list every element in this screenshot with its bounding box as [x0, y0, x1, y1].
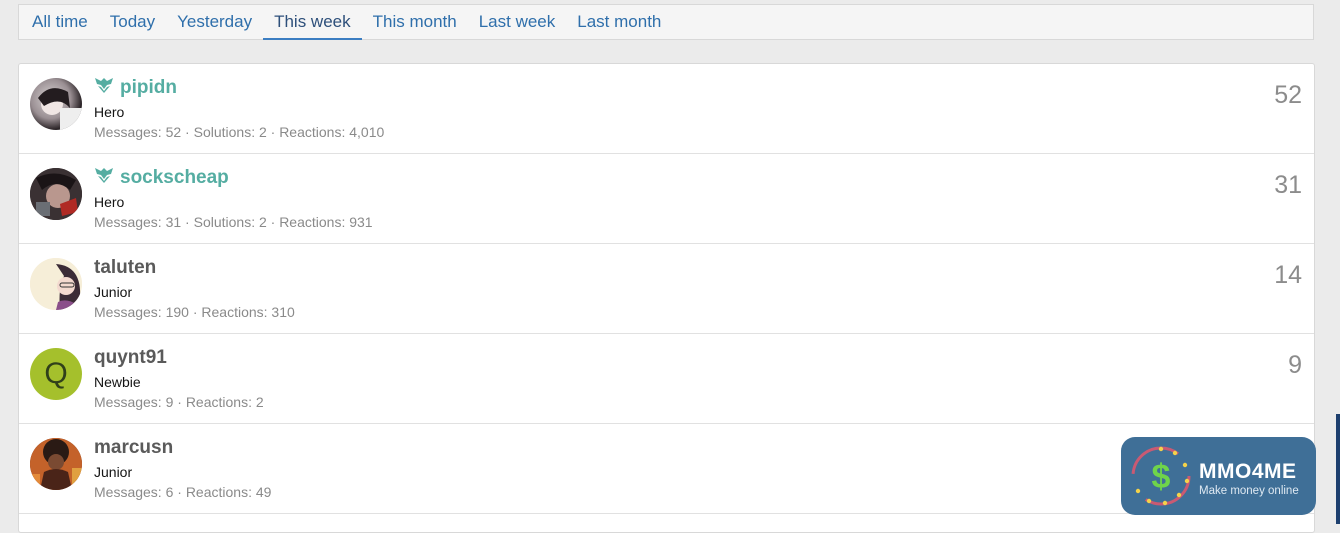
tab-yesterday[interactable]: Yesterday	[166, 5, 263, 40]
hero-badge-icon	[95, 168, 113, 183]
tab-today[interactable]: Today	[99, 5, 166, 40]
username-link[interactable]: quynt91	[94, 347, 167, 369]
dollar-stars-logo-icon: $	[1131, 446, 1191, 506]
user-stats: Messages: 31 · Solutions: 2 · Reactions:…	[94, 214, 373, 230]
tab-last-month[interactable]: Last month	[566, 5, 672, 40]
user-stats: Messages: 52 · Solutions: 2 · Reactions:…	[94, 124, 385, 140]
list-item: Q quynt91 Newbie Messages: 9 · Reactions…	[19, 334, 1314, 424]
mmo4me-watermark: $ MMO4ME Make money online	[1121, 437, 1316, 515]
username-link[interactable]: sockscheap	[120, 167, 229, 189]
avatar-photo-icon	[38, 88, 82, 130]
username-link[interactable]: pipidn	[120, 77, 177, 99]
list-item: pipidn Hero Messages: 52 · Solutions: 2 …	[19, 64, 1314, 154]
tab-last-week[interactable]: Last week	[468, 5, 567, 40]
user-stats: Messages: 190 · Reactions: 310	[94, 304, 295, 320]
avatar[interactable]	[30, 78, 82, 130]
username-link[interactable]: marcusn	[94, 437, 173, 459]
user-title: Hero	[94, 194, 125, 210]
avatar-letter: Q	[44, 357, 68, 390]
user-stats: Messages: 6 · Reactions: 49	[94, 484, 272, 500]
list-item: taluten Junior Messages: 190 · Reactions…	[19, 244, 1314, 334]
message-count: 31	[1274, 171, 1302, 199]
message-count: 52	[1274, 81, 1302, 109]
avatar[interactable]: Q	[30, 348, 82, 400]
watermark-subtitle: Make money online	[1199, 485, 1299, 497]
avatar[interactable]	[30, 438, 82, 490]
user-title: Newbie	[94, 374, 141, 390]
hero-badge-icon	[95, 78, 113, 93]
user-title: Hero	[94, 104, 125, 120]
username-link[interactable]: taluten	[94, 257, 156, 279]
dollar-symbol: $	[1152, 458, 1171, 496]
message-count: 14	[1274, 261, 1302, 289]
watermark-title: MMO4ME	[1199, 460, 1297, 483]
avatar-photo-icon	[30, 168, 82, 220]
period-tabs: All time Today Yesterday This week This …	[18, 4, 1314, 40]
tab-this-month[interactable]: This month	[362, 5, 468, 40]
list-item: marcusn Junior Messages: 6 · Reactions: …	[19, 424, 1314, 514]
user-stats: Messages: 9 · Reactions: 2	[94, 394, 264, 410]
avatar-photo-icon	[30, 438, 82, 490]
user-title: Junior	[94, 284, 133, 300]
avatar[interactable]	[30, 258, 82, 310]
page-edge	[1336, 414, 1340, 524]
tab-this-week[interactable]: This week	[263, 5, 362, 40]
avatar[interactable]	[30, 168, 82, 220]
user-title: Junior	[94, 464, 133, 480]
avatar-photo-icon	[30, 258, 82, 310]
message-count: 9	[1288, 351, 1302, 379]
list-item: sockscheap Hero Messages: 31 · Solutions…	[19, 154, 1314, 244]
tab-all-time[interactable]: All time	[21, 5, 99, 40]
